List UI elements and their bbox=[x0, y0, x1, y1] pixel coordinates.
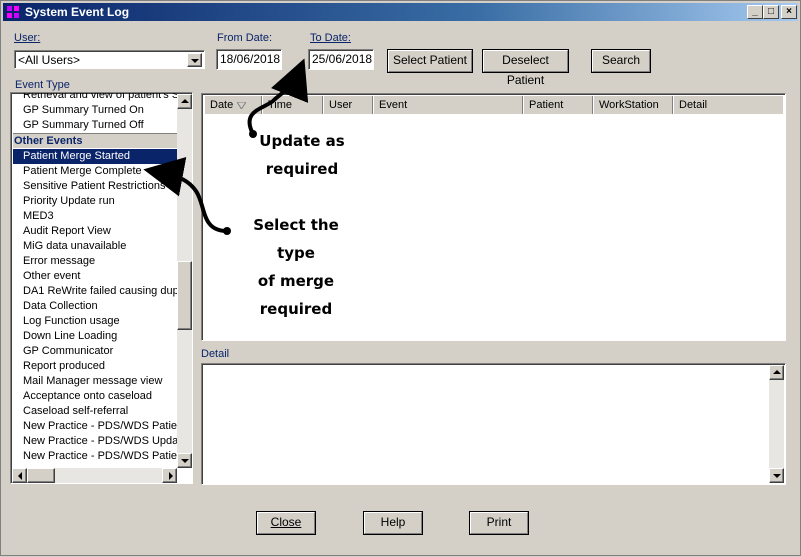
annotation-update: Update as required bbox=[259, 132, 345, 178]
annotation-arrows bbox=[143, 58, 309, 235]
merge-arrow-icon bbox=[143, 157, 228, 233]
update-arrow-icon bbox=[247, 58, 309, 135]
system-event-log-window: System Event Log _ □ × User: <All Users>… bbox=[0, 0, 801, 556]
annotation-select-type: Select the type of merge required bbox=[253, 216, 339, 318]
